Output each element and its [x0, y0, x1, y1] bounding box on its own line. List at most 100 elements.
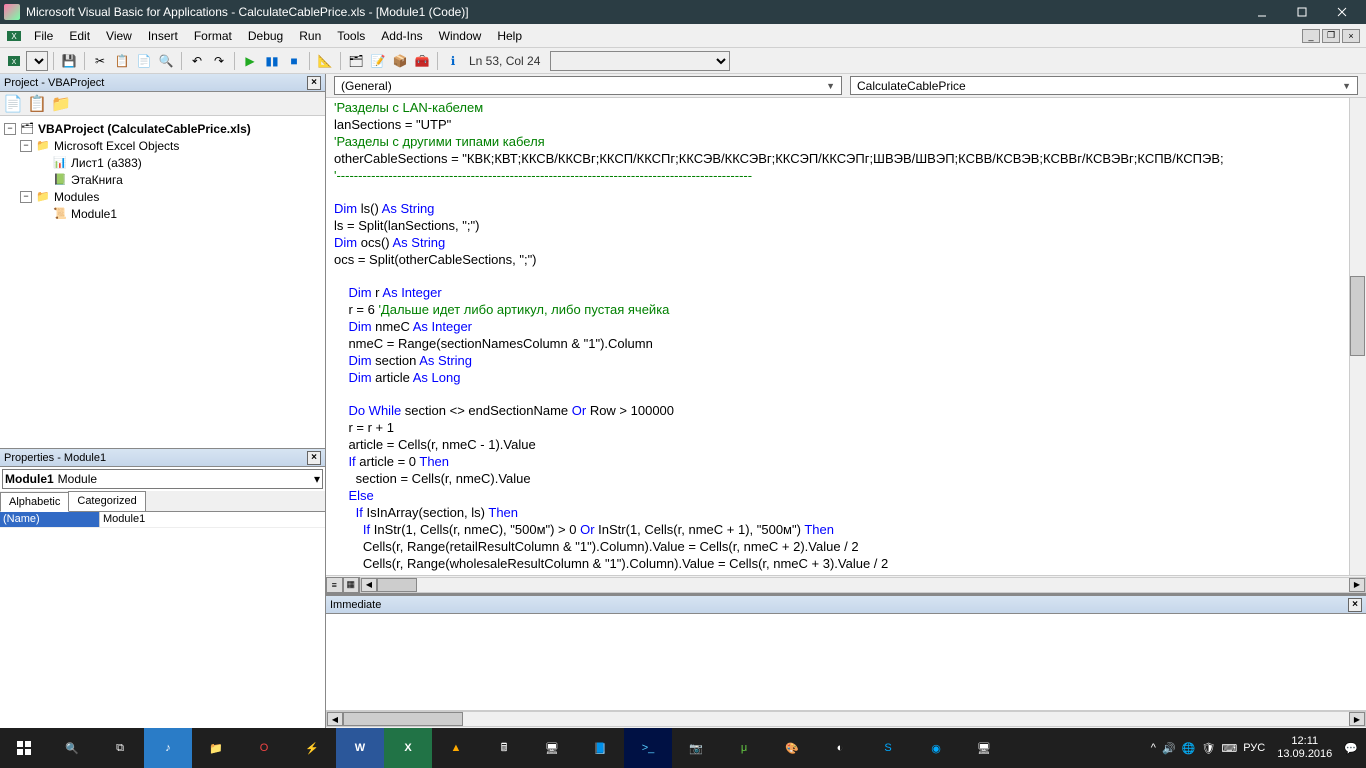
find-icon[interactable]: 🔍 — [156, 51, 176, 71]
maximize-button[interactable] — [1282, 0, 1322, 24]
mdi-minimize[interactable]: _ — [1302, 29, 1320, 43]
minimize-button[interactable] — [1242, 0, 1282, 24]
properties-tab-alphabetic[interactable]: Alphabetic — [0, 492, 69, 512]
properties-tab-categorized[interactable]: Categorized — [68, 491, 145, 511]
project-explorer-icon[interactable]: 🗂 — [346, 51, 366, 71]
run-icon[interactable]: ▶ — [240, 51, 260, 71]
cut-icon[interactable]: ✂ — [90, 51, 110, 71]
window-titlebar: Microsoft Visual Basic for Applications … — [0, 0, 1366, 24]
project-panel-close[interactable]: × — [307, 76, 321, 90]
tree-module1[interactable]: Module1 — [71, 207, 117, 221]
paste-icon[interactable]: 📄 — [134, 51, 154, 71]
taskbar-powershell[interactable]: >_ — [624, 728, 672, 768]
break-icon[interactable]: ▮▮ — [262, 51, 282, 71]
help-icon[interactable]: ℹ — [443, 51, 463, 71]
tray-expand-icon[interactable]: ^ — [1151, 742, 1156, 754]
notifications-icon[interactable]: 💬 — [1344, 742, 1358, 755]
cursor-position: Ln 53, Col 24 — [465, 54, 544, 68]
taskbar-word[interactable]: W — [336, 728, 384, 768]
immediate-input[interactable] — [326, 614, 1366, 710]
standard-toolbar: X 💾 ✂ 📋 📄 🔍 ↶ ↷ ▶ ▮▮ ■ 📐 🗂 📝 📦 🧰 ℹ Ln 53… — [0, 48, 1366, 74]
start-button[interactable] — [0, 728, 48, 768]
taskbar-explorer[interactable]: 📁 — [192, 728, 240, 768]
taskbar-teamviewer[interactable]: ◉ — [912, 728, 960, 768]
mdi-close[interactable]: × — [1342, 29, 1360, 43]
tray-language[interactable]: РУС — [1243, 742, 1265, 754]
menu-insert[interactable]: Insert — [140, 27, 186, 45]
taskbar-app-9[interactable]: 🎨 — [768, 728, 816, 768]
properties-object-selector[interactable]: Module1 Module ▾ — [2, 469, 323, 489]
taskbar-opera[interactable]: O — [240, 728, 288, 768]
chevron-down-icon: ▼ — [1342, 81, 1351, 91]
taskbar-app-7[interactable]: 📘 — [576, 728, 624, 768]
tree-thisworkbook[interactable]: ЭтаКнига — [71, 173, 123, 187]
save-icon[interactable]: 💾 — [59, 51, 79, 71]
search-icon[interactable]: 🔍 — [48, 728, 96, 768]
tree-sheet1[interactable]: Лист1 (a383) — [71, 156, 142, 170]
redo-icon[interactable]: ↷ — [209, 51, 229, 71]
copy-icon[interactable]: 📋 — [112, 51, 132, 71]
horizontal-scrollbar[interactable]: ◀ ▶ — [360, 577, 1366, 593]
menu-view[interactable]: View — [98, 27, 140, 45]
view-object-icon[interactable]: 📋 — [26, 94, 48, 114]
immediate-close[interactable]: × — [1348, 598, 1362, 612]
tray-keyboard-icon[interactable]: ⌨ — [1221, 742, 1237, 755]
insert-dropdown[interactable] — [26, 51, 48, 71]
object-browser-icon[interactable]: 📦 — [390, 51, 410, 71]
taskbar-excel[interactable]: X — [384, 728, 432, 768]
undo-icon[interactable]: ↶ — [187, 51, 207, 71]
taskbar-app-10[interactable]: 🖥 — [960, 728, 1008, 768]
immediate-window: Immediate × ◀ ▶ — [326, 593, 1366, 728]
code-editor[interactable]: 'Разделы с LAN-кабелем lanSections = "UT… — [326, 98, 1366, 593]
taskbar-app-6[interactable]: 🖥 — [528, 728, 576, 768]
view-excel-icon[interactable]: X — [4, 51, 24, 71]
close-button[interactable] — [1322, 0, 1362, 24]
object-combo[interactable]: (General) ▼ — [334, 76, 842, 95]
tray-security-icon[interactable]: 🛡 — [1201, 742, 1215, 755]
taskbar-app-1[interactable]: ♪ — [144, 728, 192, 768]
design-mode-icon[interactable]: 📐 — [315, 51, 335, 71]
immediate-hscroll[interactable]: ◀ ▶ — [326, 711, 1366, 727]
properties-icon[interactable]: 📝 — [368, 51, 388, 71]
taskbar-steam[interactable]: ◐ — [816, 728, 864, 768]
tree-root[interactable]: VBAProject (CalculateCablePrice.xls) — [38, 122, 251, 136]
procedure-dropdown[interactable] — [550, 51, 730, 71]
properties-title: Properties - Module1 — [4, 452, 106, 464]
menu-debug[interactable]: Debug — [240, 27, 291, 45]
toolbox-icon[interactable]: 🧰 — [412, 51, 432, 71]
procedure-view-button[interactable]: ≡ — [326, 577, 343, 593]
taskbar-app-5[interactable]: ▲ — [432, 728, 480, 768]
taskbar-calc[interactable]: 🖩 — [480, 728, 528, 768]
tree-modules[interactable]: Modules — [54, 190, 99, 204]
properties-close[interactable]: × — [307, 451, 321, 465]
menu-window[interactable]: Window — [431, 27, 490, 45]
taskbar-app-3[interactable]: ⚡ — [288, 728, 336, 768]
reset-icon[interactable]: ■ — [284, 51, 304, 71]
view-code-icon[interactable]: 📄 — [2, 94, 24, 114]
project-tree[interactable]: −🗂VBAProject (CalculateCablePrice.xls) −… — [0, 116, 325, 448]
menu-run[interactable]: Run — [291, 27, 329, 45]
taskbar-skype[interactable]: S — [864, 728, 912, 768]
toggle-folders-icon[interactable]: 📁 — [50, 94, 72, 114]
tray-network-icon[interactable]: 🌐 — [1182, 742, 1196, 755]
mdi-restore[interactable]: ❐ — [1322, 29, 1340, 43]
property-name-value[interactable]: Module1 — [100, 512, 325, 527]
procedure-combo[interactable]: CalculateCablePrice ▼ — [850, 76, 1358, 95]
excel-icon: X — [6, 28, 22, 44]
tree-excel-objects[interactable]: Microsoft Excel Objects — [54, 139, 179, 153]
menu-edit[interactable]: Edit — [61, 27, 98, 45]
menu-addins[interactable]: Add-Ins — [373, 27, 430, 45]
taskbar-app-8[interactable]: 📷 — [672, 728, 720, 768]
menu-help[interactable]: Help — [489, 27, 530, 45]
tray-clock[interactable]: 12:11 13.09.2016 — [1271, 735, 1338, 761]
menu-file[interactable]: File — [26, 27, 61, 45]
svg-text:X: X — [12, 59, 17, 66]
vertical-scrollbar[interactable] — [1349, 98, 1366, 575]
menu-format[interactable]: Format — [186, 27, 240, 45]
task-view-icon[interactable]: ⧉ — [96, 728, 144, 768]
taskbar-utorrent[interactable]: μ — [720, 728, 768, 768]
property-name-label[interactable]: (Name) — [0, 512, 100, 527]
tray-volume-icon[interactable]: 🔊 — [1162, 742, 1176, 755]
full-module-view-button[interactable]: ▦ — [343, 577, 360, 593]
menu-tools[interactable]: Tools — [329, 27, 373, 45]
